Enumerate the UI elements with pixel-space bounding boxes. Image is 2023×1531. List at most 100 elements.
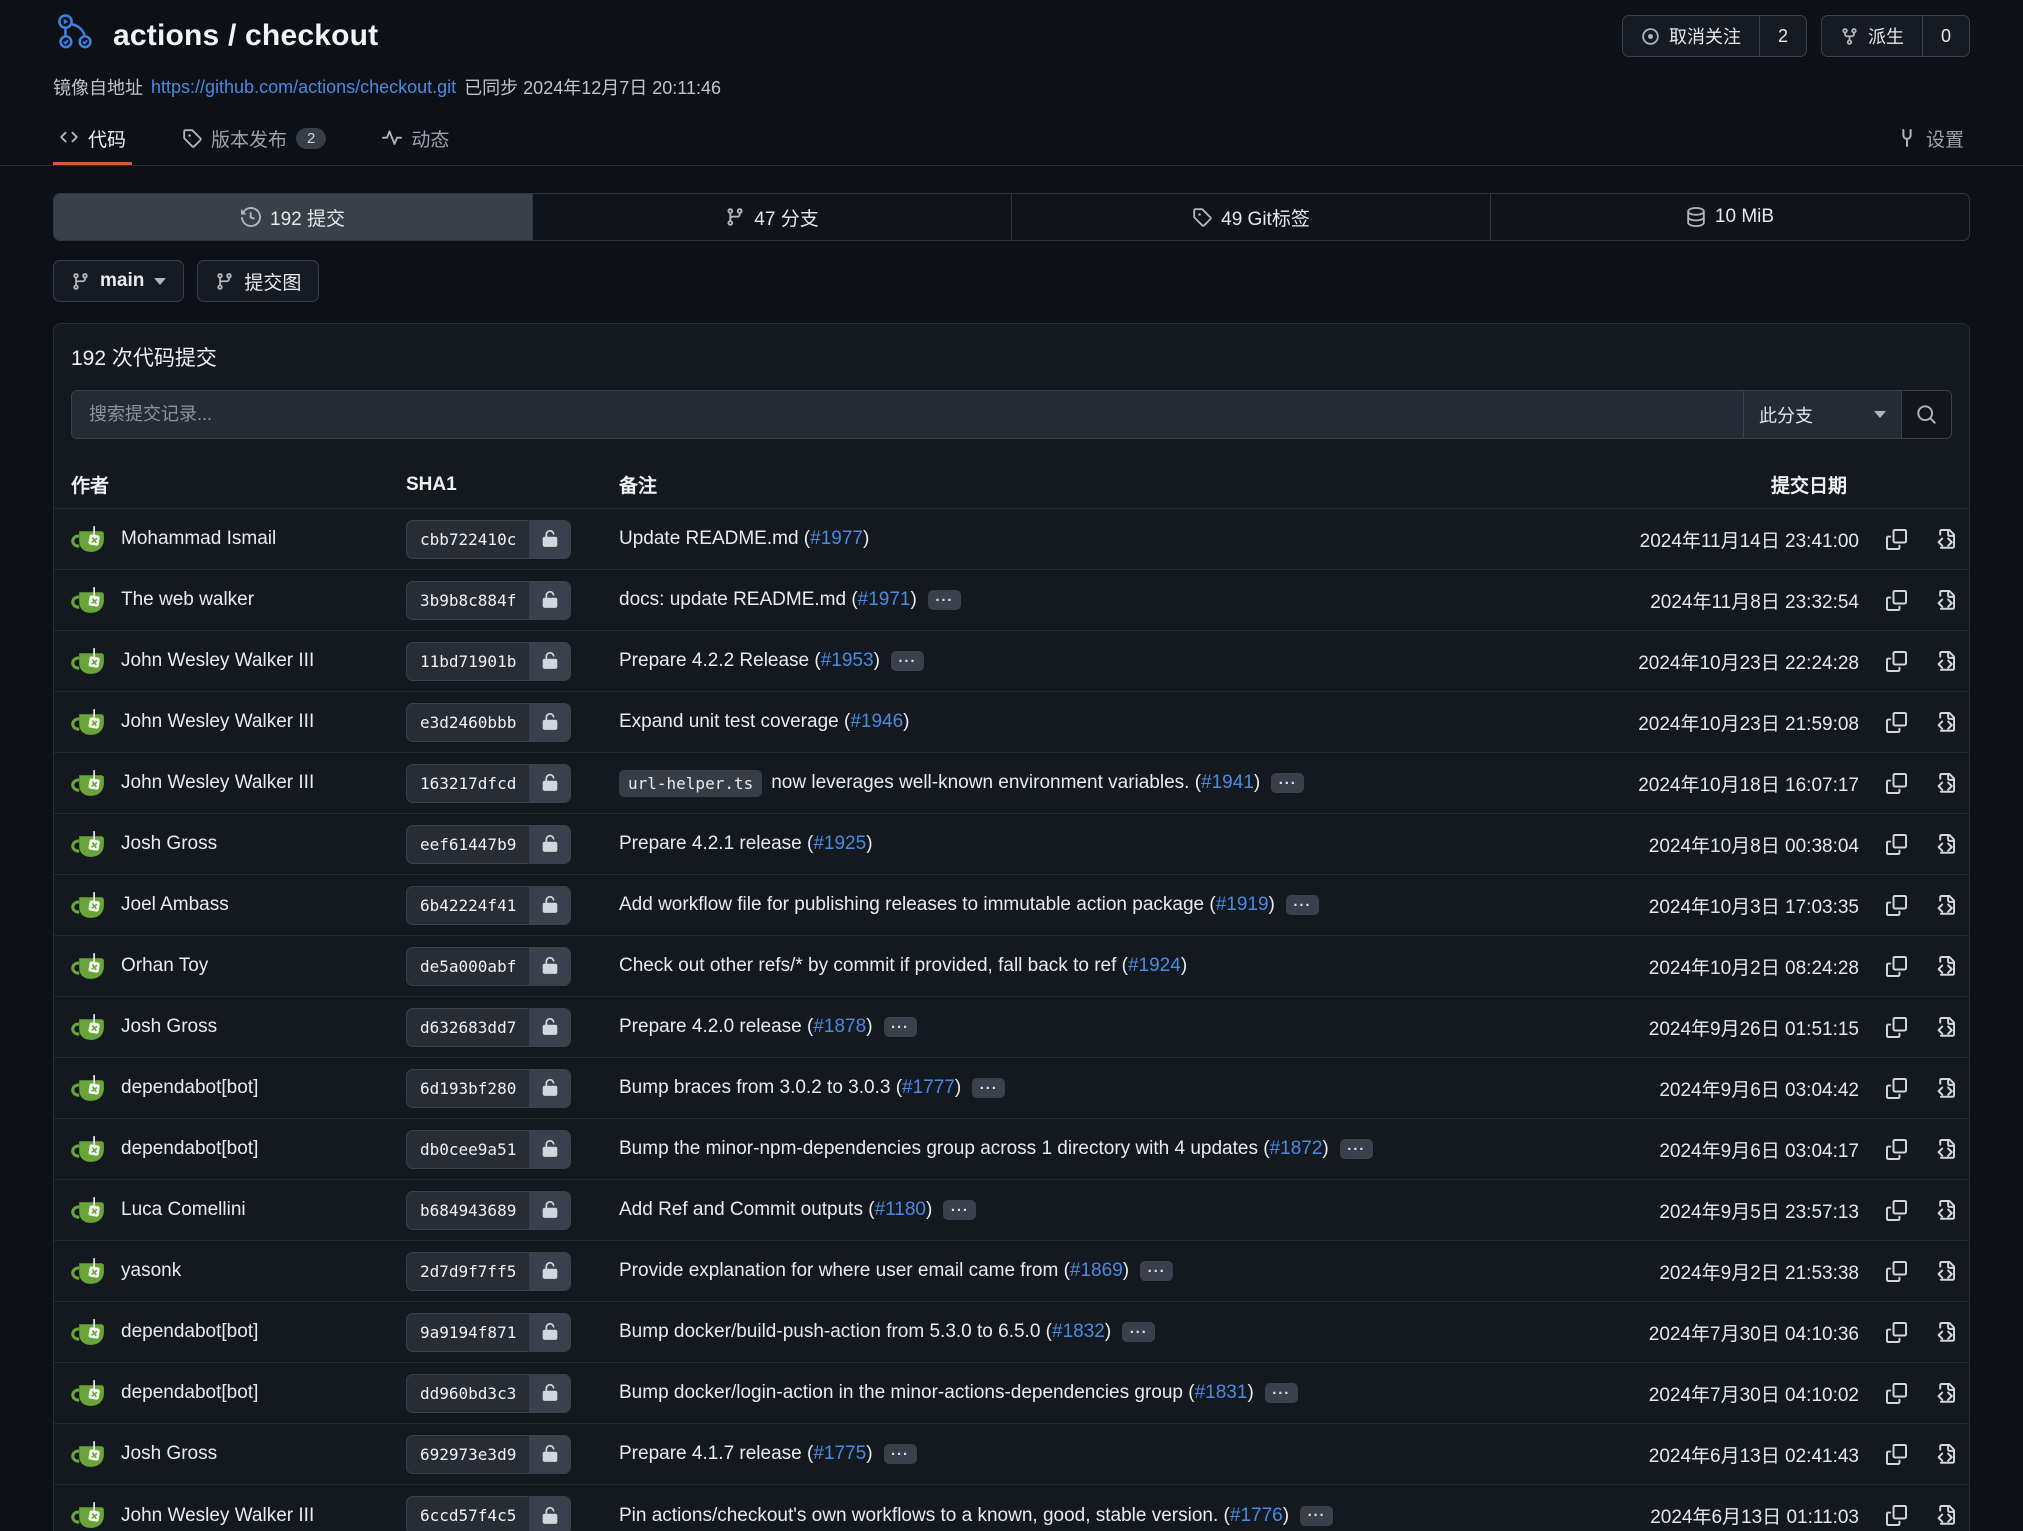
commit-sha-button[interactable]: 9a9194f871 <box>406 1313 571 1352</box>
view-file-at-commit-icon[interactable] <box>1934 1383 1955 1404</box>
view-file-at-commit-icon[interactable] <box>1934 590 1955 611</box>
issue-link[interactable]: #1953 <box>821 650 874 671</box>
avatar[interactable] <box>71 521 108 558</box>
tab-activity[interactable]: 动态 <box>376 114 455 165</box>
commit-graph-button[interactable]: 提交图 <box>197 260 319 302</box>
expand-commit-message-button[interactable]: ··· <box>1271 773 1304 793</box>
commit-sha-button[interactable]: eef61447b9 <box>406 825 571 864</box>
copy-sha-icon[interactable] <box>1886 956 1907 977</box>
commit-sha-button[interactable]: 3b9b8c884f <box>406 581 571 620</box>
view-file-at-commit-icon[interactable] <box>1934 834 1955 855</box>
view-file-at-commit-icon[interactable] <box>1934 1200 1955 1221</box>
issue-link[interactable]: #1924 <box>1128 955 1181 976</box>
search-input[interactable] <box>72 391 1743 438</box>
view-file-at-commit-icon[interactable] <box>1934 651 1955 672</box>
avatar[interactable] <box>71 1253 108 1290</box>
issue-link[interactable]: #1946 <box>850 711 903 732</box>
avatar[interactable] <box>71 948 108 985</box>
copy-sha-icon[interactable] <box>1886 1200 1907 1221</box>
stat-commits[interactable]: 192 提交 <box>54 194 532 240</box>
issue-link[interactable]: #1831 <box>1195 1382 1248 1403</box>
issue-link[interactable]: #1919 <box>1216 894 1269 915</box>
copy-sha-icon[interactable] <box>1886 712 1907 733</box>
issue-link[interactable]: #1777 <box>902 1077 955 1098</box>
tab-settings[interactable]: 设置 <box>1891 114 1970 165</box>
copy-sha-icon[interactable] <box>1886 1322 1907 1343</box>
commit-sha-button[interactable]: 6ccd57f4c5 <box>406 1496 571 1531</box>
expand-commit-message-button[interactable]: ··· <box>1122 1322 1155 1342</box>
expand-commit-message-button[interactable]: ··· <box>884 1017 917 1037</box>
branch-filter-dropdown[interactable]: 此分支 <box>1743 391 1901 438</box>
issue-link[interactable]: #1832 <box>1052 1321 1105 1342</box>
view-file-at-commit-icon[interactable] <box>1934 712 1955 733</box>
view-file-at-commit-icon[interactable] <box>1934 1261 1955 1282</box>
stat-branches[interactable]: 47 分支 <box>532 194 1011 240</box>
expand-commit-message-button[interactable]: ··· <box>891 651 924 671</box>
avatar[interactable] <box>71 1314 108 1351</box>
expand-commit-message-button[interactable]: ··· <box>943 1200 976 1220</box>
issue-link[interactable]: #1180 <box>875 1199 926 1220</box>
commit-sha-button[interactable]: d632683dd7 <box>406 1008 571 1047</box>
view-file-at-commit-icon[interactable] <box>1934 1444 1955 1465</box>
mirror-url-link[interactable]: https://github.com/actions/checkout.git <box>151 77 456 98</box>
expand-commit-message-button[interactable]: ··· <box>1300 1506 1333 1526</box>
avatar[interactable] <box>71 1497 108 1531</box>
copy-sha-icon[interactable] <box>1886 834 1907 855</box>
commit-sha-button[interactable]: de5a000abf <box>406 947 571 986</box>
view-file-at-commit-icon[interactable] <box>1934 529 1955 550</box>
view-file-at-commit-icon[interactable] <box>1934 895 1955 916</box>
branch-selector[interactable]: main <box>53 260 184 302</box>
avatar[interactable] <box>71 826 108 863</box>
issue-link[interactable]: #1872 <box>1270 1138 1323 1159</box>
issue-link[interactable]: #1775 <box>813 1443 866 1464</box>
stat-size[interactable]: 10 MiB <box>1490 194 1969 240</box>
expand-commit-message-button[interactable]: ··· <box>884 1444 917 1464</box>
issue-link[interactable]: #1869 <box>1070 1260 1123 1281</box>
avatar[interactable] <box>71 582 108 619</box>
copy-sha-icon[interactable] <box>1886 1261 1907 1282</box>
issue-link[interactable]: #1776 <box>1230 1505 1283 1526</box>
avatar[interactable] <box>71 704 108 741</box>
commit-sha-button[interactable]: 6b42224f41 <box>406 886 571 925</box>
copy-sha-icon[interactable] <box>1886 1078 1907 1099</box>
avatar[interactable] <box>71 1192 108 1229</box>
copy-sha-icon[interactable] <box>1886 529 1907 550</box>
forks-count[interactable]: 0 <box>1922 16 1969 56</box>
issue-link[interactable]: #1941 <box>1201 772 1254 793</box>
unwatch-button[interactable]: 取消关注 2 <box>1622 15 1807 57</box>
stat-tags[interactable]: 49 Git标签 <box>1011 194 1490 240</box>
copy-sha-icon[interactable] <box>1886 590 1907 611</box>
avatar[interactable] <box>71 643 108 680</box>
copy-sha-icon[interactable] <box>1886 1139 1907 1160</box>
commit-sha-button[interactable]: cbb722410c <box>406 520 571 559</box>
copy-sha-icon[interactable] <box>1886 1505 1907 1526</box>
expand-commit-message-button[interactable]: ··· <box>928 590 961 610</box>
copy-sha-icon[interactable] <box>1886 1444 1907 1465</box>
commit-sha-button[interactable]: 11bd71901b <box>406 642 571 681</box>
copy-sha-icon[interactable] <box>1886 1017 1907 1038</box>
commit-sha-button[interactable]: 6d193bf280 <box>406 1069 571 1108</box>
commit-sha-button[interactable]: db0cee9a51 <box>406 1130 571 1169</box>
expand-commit-message-button[interactable]: ··· <box>1286 895 1319 915</box>
expand-commit-message-button[interactable]: ··· <box>1140 1261 1173 1281</box>
avatar[interactable] <box>71 1436 108 1473</box>
expand-commit-message-button[interactable]: ··· <box>972 1078 1005 1098</box>
avatar[interactable] <box>71 1375 108 1412</box>
commit-sha-button[interactable]: e3d2460bbb <box>406 703 571 742</box>
avatar[interactable] <box>71 887 108 924</box>
view-file-at-commit-icon[interactable] <box>1934 1078 1955 1099</box>
watchers-count[interactable]: 2 <box>1759 16 1806 56</box>
commit-sha-button[interactable]: b684943689 <box>406 1191 571 1230</box>
commit-sha-button[interactable]: 2d7d9f7ff5 <box>406 1252 571 1291</box>
avatar[interactable] <box>71 1009 108 1046</box>
view-file-at-commit-icon[interactable] <box>1934 1139 1955 1160</box>
copy-sha-icon[interactable] <box>1886 895 1907 916</box>
view-file-at-commit-icon[interactable] <box>1934 1017 1955 1038</box>
copy-sha-icon[interactable] <box>1886 773 1907 794</box>
expand-commit-message-button[interactable]: ··· <box>1340 1139 1373 1159</box>
expand-commit-message-button[interactable]: ··· <box>1265 1383 1298 1403</box>
copy-sha-icon[interactable] <box>1886 1383 1907 1404</box>
tab-code[interactable]: 代码 <box>53 114 132 165</box>
commit-sha-button[interactable]: 163217dfcd <box>406 764 571 803</box>
avatar[interactable] <box>71 1131 108 1168</box>
